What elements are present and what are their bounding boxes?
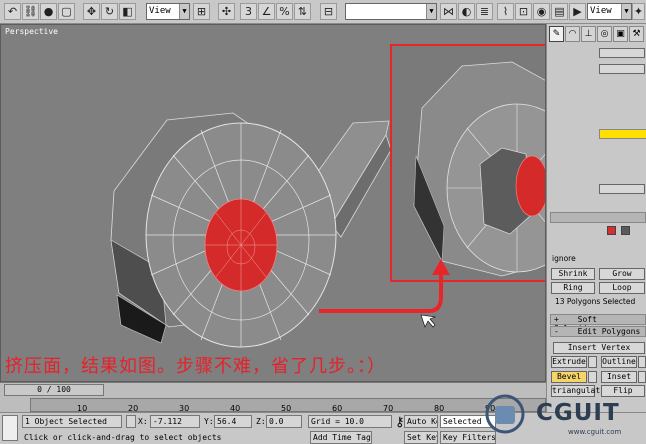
- extrude-button[interactable]: Extrude: [551, 356, 587, 368]
- inset-button[interactable]: Inset: [601, 371, 637, 383]
- command-panel: ✎ ◠ ⊥ ◎ ▣ ⚒ ignore Shrink Grow Ring Loop…: [546, 24, 646, 412]
- material-editor-icon[interactable]: ◉: [533, 3, 550, 20]
- selection-rollout-header[interactable]: [550, 212, 646, 223]
- prompt-line: Click or click-and-drag to select object…: [24, 433, 222, 442]
- annotation-arrow: [319, 259, 450, 328]
- x-coordinate-field[interactable]: -7.112: [150, 415, 200, 428]
- spinner-snap-icon[interactable]: ⇅: [294, 3, 311, 20]
- timeline: 0 / 100 10 20 30 40 50 60 70 80 90: [0, 382, 546, 413]
- logo-monitor-icon: [495, 406, 515, 424]
- chevron-down-icon: ▼: [426, 4, 436, 19]
- extrude-settings-button[interactable]: [588, 356, 597, 368]
- display-tab-icon[interactable]: ▣: [613, 26, 628, 42]
- y-label: Y:: [204, 417, 214, 426]
- selection-status: 1 Object Selected: [22, 415, 122, 428]
- scale-icon[interactable]: ◧: [119, 3, 136, 20]
- inset-settings-button[interactable]: [638, 371, 646, 383]
- chevron-down-icon: ▼: [179, 4, 189, 19]
- logo-text: CGUIT: [536, 400, 620, 426]
- schematic-view-icon[interactable]: ⊡: [515, 3, 532, 20]
- select-region-icon[interactable]: ▢: [58, 3, 75, 20]
- set-key-button[interactable]: Set Key: [404, 431, 438, 444]
- chevron-down-icon: ▼: [621, 4, 631, 19]
- curve-editor-icon[interactable]: ⌇: [497, 3, 514, 20]
- reference-coordinate-select[interactable]: View ▼: [146, 3, 190, 20]
- select-manipulate-icon[interactable]: ✣: [218, 3, 235, 20]
- annotation-caption: 挤压面，结果如图。步骤不难，省了几步。：）: [5, 356, 386, 377]
- bevel-settings-button[interactable]: [588, 371, 597, 383]
- link-icon[interactable]: ⛓: [22, 3, 39, 20]
- auto-key-button[interactable]: Auto Key: [404, 415, 438, 428]
- pivot-icon[interactable]: ⊞: [193, 3, 210, 20]
- layers-icon[interactable]: ≣: [476, 3, 493, 20]
- angle-snap-icon[interactable]: ∠: [258, 3, 275, 20]
- snap-3d-icon[interactable]: 3: [240, 3, 257, 20]
- reference-coordinate-value: View: [149, 6, 171, 16]
- object-name-field[interactable]: [599, 48, 645, 58]
- outline-button[interactable]: Outline: [601, 356, 637, 368]
- x-label: X:: [138, 417, 148, 426]
- expand-icon: +: [554, 315, 559, 324]
- bevel-button[interactable]: Bevel: [551, 371, 587, 383]
- move-icon[interactable]: ✥: [83, 3, 100, 20]
- named-selection-icon[interactable]: ⊟: [320, 3, 337, 20]
- y-coordinate-field[interactable]: 56.4: [214, 415, 252, 428]
- render-setup-icon[interactable]: ▤: [551, 3, 568, 20]
- undo-icon[interactable]: ↶: [4, 3, 21, 20]
- pin-stack-icon[interactable]: [599, 184, 645, 194]
- render-type-select[interactable]: View ▼: [587, 3, 632, 20]
- modifier-stack-highlight[interactable]: [599, 129, 646, 139]
- loop-button[interactable]: Loop: [599, 282, 645, 294]
- lock-selection-icon[interactable]: [126, 415, 136, 428]
- rotate-icon[interactable]: ↻: [101, 3, 118, 20]
- time-slider[interactable]: 0 / 100: [4, 384, 104, 396]
- element-swatch[interactable]: [621, 226, 630, 235]
- named-selection-select[interactable]: ▼: [345, 3, 437, 20]
- modifier-list-select[interactable]: [599, 64, 645, 74]
- track-bar[interactable]: 10 20 30 40 50 60 70 80 90: [30, 398, 546, 413]
- app-window: ↶ ⛓ ● ▢ ✥ ↻ ◧ View ▼ ⊞ ✣ 3 ∠ % ⇅ ⊟ ▼ ⋈ ◐…: [0, 0, 646, 444]
- utilities-tab-icon[interactable]: ⚒: [629, 26, 644, 42]
- command-panel-tabs: ✎ ◠ ⊥ ◎ ▣ ⚒: [549, 26, 645, 44]
- motion-tab-icon[interactable]: ◎: [597, 26, 612, 42]
- shrink-button[interactable]: Shrink: [551, 268, 595, 280]
- add-time-tag-button[interactable]: Add Time Tag: [310, 431, 372, 444]
- logo-url: www.cguit.com: [568, 428, 622, 436]
- z-label: Z:: [256, 417, 266, 426]
- edit-polygons-label: Edit Polygons: [577, 327, 641, 336]
- mouse-cursor-icon: [420, 314, 437, 328]
- ring-button[interactable]: Ring: [551, 282, 595, 294]
- mirror-icon[interactable]: ⋈: [440, 3, 457, 20]
- select-object-icon[interactable]: ●: [40, 3, 57, 20]
- z-coordinate-field[interactable]: 0.0: [266, 415, 302, 428]
- grid-readout: Grid = 10.0: [308, 415, 392, 428]
- selection-count: 13 Polygons Selected: [555, 297, 636, 306]
- vertex-color-swatch[interactable]: [607, 226, 616, 235]
- collapse-icon: -: [554, 327, 559, 336]
- main-toolbar: ↶ ⛓ ● ▢ ✥ ↻ ◧ View ▼ ⊞ ✣ 3 ∠ % ⇅ ⊟ ▼ ⋈ ◐…: [0, 0, 646, 24]
- render-type-value: View: [590, 6, 612, 16]
- modify-tab-icon[interactable]: ◠: [565, 26, 580, 42]
- quick-render-icon[interactable]: ✦: [632, 3, 645, 20]
- soft-selection-rollout[interactable]: + Soft Selection: [550, 314, 646, 333]
- render-icon[interactable]: ▶: [569, 3, 586, 20]
- create-tab-icon[interactable]: ✎: [549, 26, 564, 42]
- edit-polygons-rollout[interactable]: - Edit Polygons: [550, 326, 646, 337]
- ignore-backfacing-label: ignore: [552, 254, 576, 263]
- percent-snap-icon[interactable]: %: [276, 3, 293, 20]
- grow-button[interactable]: Grow: [599, 268, 645, 280]
- maxscript-listener-icon[interactable]: [2, 415, 18, 441]
- outline-settings-button[interactable]: [638, 356, 646, 368]
- perspective-viewport[interactable]: Perspective 挤压面，结果如图。步骤不难，省了几步。：）: [0, 24, 546, 382]
- insert-vertex-button[interactable]: Insert Vertex: [553, 342, 645, 354]
- align-icon[interactable]: ◐: [458, 3, 475, 20]
- hierarchy-tab-icon[interactable]: ⊥: [581, 26, 596, 42]
